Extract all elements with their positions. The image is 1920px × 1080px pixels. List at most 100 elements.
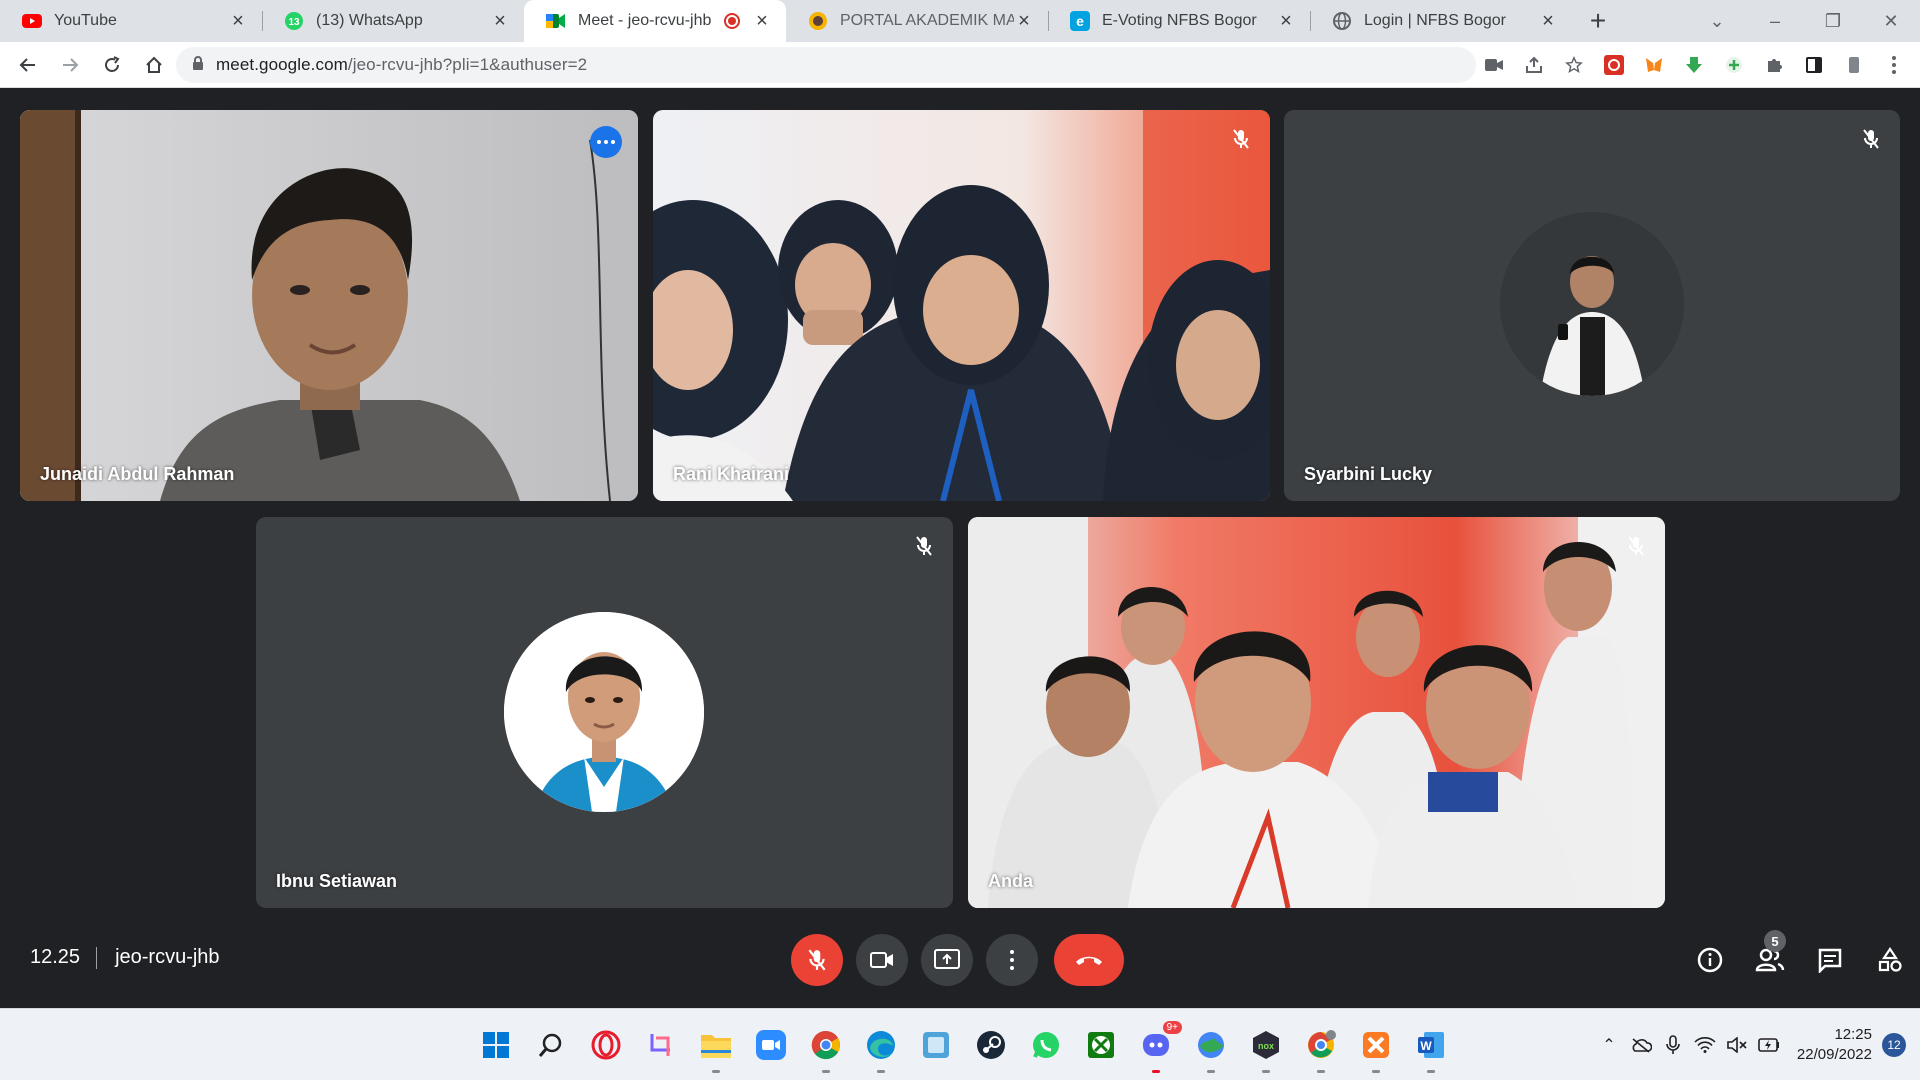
people-button[interactable]: 5: [1740, 930, 1800, 986]
extensions-puzzle-icon[interactable]: [1754, 45, 1794, 85]
tab-login-nfbs[interactable]: Login | NFBS Bogor ×: [1310, 0, 1572, 42]
snipping-tool-icon[interactable]: [639, 1023, 683, 1067]
recording-indicator-icon: [724, 13, 740, 29]
mic-off-icon: [911, 533, 937, 559]
camera-in-use-icon[interactable]: [1474, 45, 1514, 85]
bookmark-star-icon[interactable]: [1554, 45, 1594, 85]
opera-icon[interactable]: [584, 1023, 628, 1067]
discord-icon[interactable]: 9+: [1134, 1021, 1182, 1073]
close-tab-icon[interactable]: ×: [1276, 11, 1296, 31]
home-icon[interactable]: [134, 45, 174, 85]
lock-icon[interactable]: [192, 55, 204, 75]
close-tab-icon[interactable]: ×: [228, 11, 248, 31]
participant-name: Ibnu Setiawan: [276, 871, 398, 891]
call-controls: [791, 934, 1137, 986]
participant-tile-ibnu[interactable]: Ibnu Setiawan: [256, 517, 953, 908]
camera-toggle-button[interactable]: [856, 934, 908, 986]
windows-start-icon[interactable]: [474, 1023, 518, 1067]
tab-title: Login | NFBS Bogor: [1364, 12, 1507, 29]
edge-icon[interactable]: [859, 1023, 903, 1073]
close-tab-icon[interactable]: ×: [1538, 11, 1558, 31]
close-tab-icon[interactable]: ×: [1014, 11, 1034, 31]
share-icon[interactable]: [1514, 45, 1554, 85]
zoom-icon[interactable]: [749, 1023, 793, 1067]
whatsapp-icon[interactable]: [1024, 1023, 1068, 1067]
word-icon[interactable]: W: [1409, 1023, 1453, 1073]
participant-tile-self[interactable]: Anda: [968, 517, 1665, 908]
steam-icon[interactable]: [969, 1023, 1013, 1067]
mic-toggle-button[interactable]: [791, 934, 843, 986]
url-host: meet.google.com: [216, 55, 348, 74]
tab-evoting[interactable]: e E-Voting NFBS Bogor ×: [1048, 0, 1310, 42]
profile-avatar-icon[interactable]: [1834, 45, 1874, 85]
leave-call-button[interactable]: [1054, 934, 1124, 986]
battery-charging-icon[interactable]: [1753, 1029, 1785, 1061]
info-icon: [1697, 947, 1723, 973]
forward-arrow-icon[interactable]: [50, 45, 90, 85]
xampp-icon[interactable]: [1354, 1023, 1398, 1073]
meeting-code: jeo-rcvu-jhb: [115, 946, 220, 968]
tab-meet[interactable]: Meet - jeo-rcvu-jhb ×: [524, 0, 786, 42]
search-icon[interactable]: [529, 1023, 573, 1067]
videocam-icon: [870, 952, 893, 968]
chat-button[interactable]: [1800, 934, 1860, 986]
new-tab-button[interactable]: +: [1576, 0, 1620, 42]
back-arrow-icon[interactable]: [8, 45, 48, 85]
more-options-icon[interactable]: [590, 126, 622, 158]
participant-tile-junaidi[interactable]: Junaidi Abdul Rahman: [20, 110, 638, 501]
address-bar[interactable]: meet.google.com/jeo-rcvu-jhb?pli=1&authu…: [176, 47, 1476, 83]
tab-strip: YouTube × 13 (13) WhatsApp × Meet - jeo-…: [0, 0, 1920, 42]
portal-icon: [808, 11, 828, 31]
participant-avatar: [1500, 212, 1684, 396]
plus-extension-icon[interactable]: [1714, 45, 1754, 85]
google-earth-icon[interactable]: [1189, 1023, 1233, 1073]
photos-icon[interactable]: [914, 1023, 958, 1067]
restore-icon[interactable]: ❐: [1804, 0, 1862, 42]
xbox-icon[interactable]: [1079, 1023, 1123, 1067]
chrome-icon[interactable]: [804, 1023, 848, 1073]
tab-title: PORTAL AKADEMIK MAHASISWA: [840, 12, 1014, 29]
download-helper-icon[interactable]: [1674, 45, 1714, 85]
tab-search-icon[interactable]: ⌄: [1688, 0, 1746, 42]
tab-youtube[interactable]: YouTube ×: [0, 0, 262, 42]
participant-tile-rani[interactable]: Rani Khairani: [653, 110, 1270, 501]
close-tab-icon[interactable]: ×: [490, 11, 510, 31]
present-screen-icon: [934, 949, 960, 969]
system-clock[interactable]: 12:25 22/09/2022: [1797, 1025, 1872, 1065]
notification-center-badge[interactable]: 12: [1882, 1033, 1906, 1057]
participant-name: Anda: [988, 871, 1033, 891]
side-panel-icon[interactable]: [1794, 45, 1834, 85]
people-icon: [1755, 948, 1785, 972]
clock-time: 12:25: [1834, 1026, 1872, 1043]
reload-icon[interactable]: [92, 45, 132, 85]
metamask-icon[interactable]: [1634, 45, 1674, 85]
minimize-icon[interactable]: –: [1746, 0, 1804, 42]
show-hidden-icons-chevron-icon[interactable]: ⌃: [1593, 1029, 1625, 1061]
extension-red-icon[interactable]: [1594, 45, 1634, 85]
participant-name: Junaidi Abdul Rahman: [40, 464, 235, 484]
close-window-icon[interactable]: ✕: [1862, 0, 1920, 42]
nox-icon[interactable]: nox: [1244, 1023, 1288, 1073]
side-controls: 5: [1680, 930, 1920, 986]
meet-control-bar: 12.25 jeo-rcvu-jhb 5: [0, 920, 1920, 1008]
tab-whatsapp[interactable]: 13 (13) WhatsApp ×: [262, 0, 524, 42]
activities-button[interactable]: [1860, 934, 1920, 986]
volume-muted-icon[interactable]: [1721, 1029, 1753, 1061]
present-screen-button[interactable]: [921, 934, 973, 986]
svg-text:e: e: [1076, 13, 1084, 29]
toolbar-right: [1474, 45, 1914, 85]
meeting-details-button[interactable]: [1680, 934, 1740, 986]
chrome-profile-icon[interactable]: [1299, 1023, 1343, 1073]
file-explorer-icon[interactable]: [694, 1023, 738, 1073]
wifi-icon[interactable]: [1689, 1029, 1721, 1061]
close-tab-icon[interactable]: ×: [752, 11, 772, 31]
onedrive-offline-icon[interactable]: [1625, 1029, 1657, 1061]
evoting-icon: e: [1070, 11, 1090, 31]
microphone-icon[interactable]: [1657, 1029, 1689, 1061]
participant-tile-syarbini[interactable]: Syarbini Lucky: [1284, 110, 1900, 501]
more-options-button[interactable]: [986, 934, 1038, 986]
divider: [96, 946, 98, 969]
participant-avatar: [504, 612, 704, 812]
tab-portal-akademik[interactable]: PORTAL AKADEMIK MAHASISWA ×: [786, 0, 1048, 42]
chrome-menu-icon[interactable]: [1874, 45, 1914, 85]
